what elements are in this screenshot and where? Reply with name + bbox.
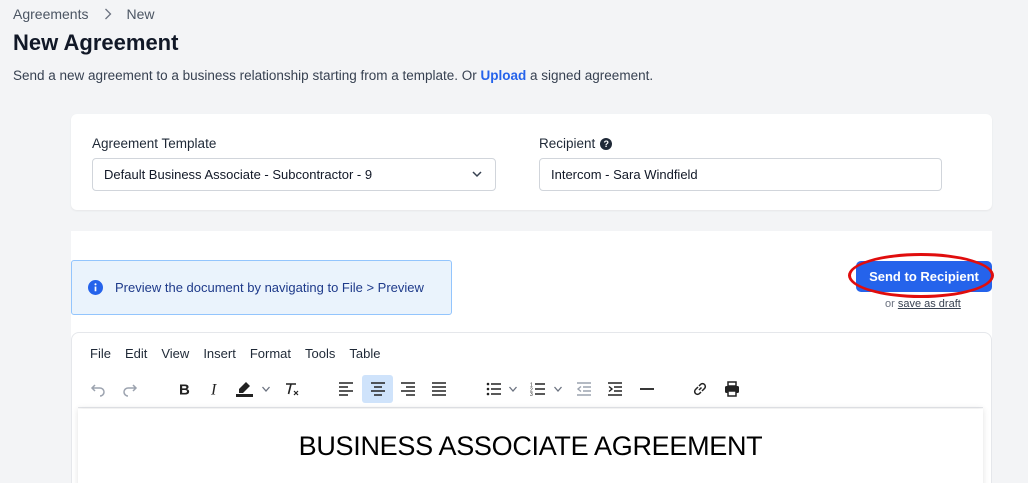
recipient-label: Recipient ? (539, 136, 613, 151)
bold-icon[interactable]: B (172, 375, 196, 403)
chevron-down-icon (471, 168, 483, 180)
save-as-draft-link[interactable]: save as draft (898, 298, 961, 310)
template-select-value: Default Business Associate - Subcontract… (104, 167, 373, 182)
horizontal-line-icon[interactable] (635, 375, 659, 403)
align-right-icon[interactable] (396, 375, 420, 403)
link-icon[interactable] (688, 375, 712, 403)
preview-notice: Preview the document by navigating to Fi… (71, 260, 452, 315)
menu-table[interactable]: Table (349, 346, 380, 361)
numbered-list-icon[interactable]: 123 (526, 375, 550, 403)
clear-formatting-icon[interactable] (280, 375, 304, 403)
chevron-right-icon (104, 8, 112, 20)
breadcrumb-agreements-link[interactable]: Agreements (13, 6, 88, 22)
svg-text:B: B (179, 382, 190, 398)
editor-toolbar: B I 123 (80, 375, 985, 405)
draft-line: or save as draft (885, 298, 961, 310)
or-text: or (885, 298, 898, 310)
info-icon (88, 280, 103, 295)
svg-text:3: 3 (530, 392, 533, 396)
align-justify-icon[interactable] (427, 375, 451, 403)
page-title: New Agreement (13, 30, 179, 55)
toolbar-divider (78, 407, 983, 408)
menu-edit[interactable]: Edit (125, 346, 147, 361)
recipient-label-text: Recipient (539, 136, 596, 151)
document-page[interactable]: BUSINESS ASSOCIATE AGREEMENT (78, 409, 983, 483)
chevron-down-icon[interactable] (551, 375, 565, 403)
editor-menubar: File Edit View Insert Format Tools Table (90, 346, 380, 361)
menu-insert[interactable]: Insert (203, 346, 236, 361)
send-to-recipient-button[interactable]: Send to Recipient (856, 261, 992, 292)
template-label: Agreement Template (92, 136, 217, 151)
redo-icon[interactable] (118, 375, 142, 403)
upload-link[interactable]: Upload (481, 68, 527, 83)
document-heading: BUSINESS ASSOCIATE AGREEMENT (298, 431, 763, 461)
menu-view[interactable]: View (161, 346, 189, 361)
menu-tools[interactable]: Tools (305, 346, 335, 361)
page-subtitle: Send a new agreement to a business relat… (13, 68, 653, 83)
highlight-color-icon[interactable] (232, 375, 258, 403)
recipient-field[interactable]: Intercom - Sara Windfield (539, 158, 942, 191)
template-select[interactable]: Default Business Associate - Subcontract… (92, 158, 496, 191)
subtitle-text-end: a signed agreement. (526, 68, 654, 83)
help-icon[interactable]: ? (600, 137, 613, 150)
preview-notice-text: Preview the document by navigating to Fi… (115, 280, 424, 295)
decrease-indent-icon[interactable] (572, 375, 596, 403)
document-editor: File Edit View Insert Format Tools Table… (71, 332, 992, 483)
align-left-icon[interactable] (334, 375, 358, 403)
align-center-icon[interactable] (362, 375, 393, 403)
svg-text:I: I (210, 382, 217, 398)
undo-icon[interactable] (86, 375, 110, 403)
italic-icon[interactable]: I (202, 375, 226, 403)
agreement-form-card: Agreement Template Default Business Asso… (71, 114, 992, 210)
breadcrumb: Agreements New (13, 6, 155, 22)
print-icon[interactable] (720, 375, 744, 403)
subtitle-text: Send a new agreement to a business relat… (13, 68, 481, 83)
chevron-down-icon[interactable] (258, 375, 274, 403)
recipient-field-value: Intercom - Sara Windfield (551, 167, 698, 182)
chevron-down-icon[interactable] (506, 375, 520, 403)
increase-indent-icon[interactable] (603, 375, 627, 403)
breadcrumb-current: New (126, 6, 155, 22)
menu-file[interactable]: File (90, 346, 111, 361)
menu-format[interactable]: Format (250, 346, 291, 361)
bullet-list-icon[interactable] (482, 375, 506, 403)
